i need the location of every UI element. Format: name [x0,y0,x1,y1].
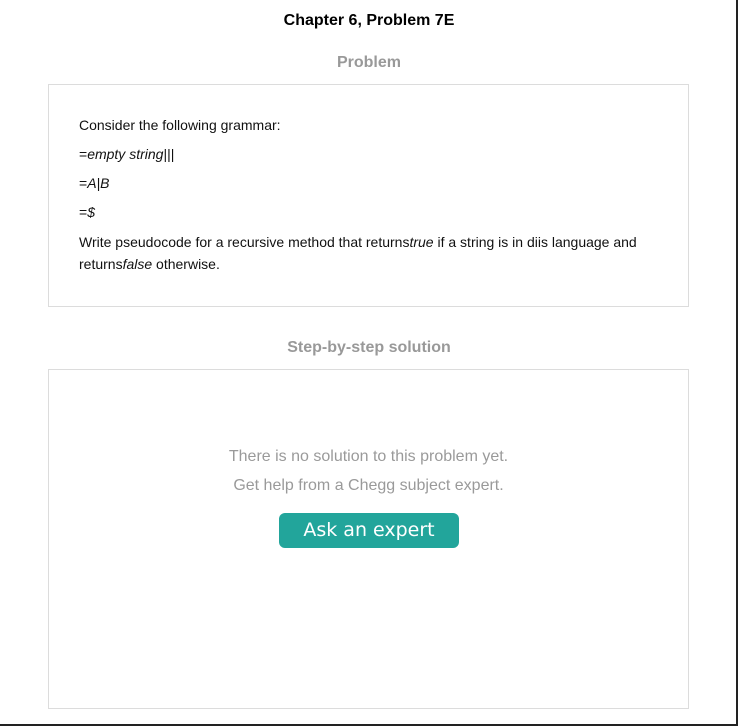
rule-2-prefix: = [79,175,88,191]
rule-2-body: A|B [87,175,110,191]
question-part-1: Write pseudocode for a recursive method … [79,234,410,250]
solution-box: There is no solution to this problem yet… [48,369,689,709]
problem-question: Write pseudocode for a recursive method … [79,231,664,275]
rule-1-prefix: = [79,146,88,162]
problem-heading: Problem [336,54,401,71]
chapter-title: Chapter 6, Problem 7E [283,12,455,29]
problem-content: Consider the following grammar: =empty s… [79,115,664,275]
grammar-rule-1: =empty string||| [79,144,664,164]
ask-expert-button[interactable]: Ask an expert [279,513,459,548]
rule-3-prefix: = [79,204,88,220]
rule-1-suffix: ||| [163,146,175,162]
problem-box: Consider the following grammar: =empty s… [48,84,689,307]
help-text: Get help from a Chegg subject expert. [233,477,504,494]
question-true: true [409,234,434,250]
question-part-3: otherwise. [152,256,220,272]
grammar-rule-2: =A|B [79,173,664,193]
rule-3-body: $ [87,204,95,220]
problem-intro: Consider the following grammar: [79,117,281,133]
solution-heading: Step-by-step solution [287,339,451,356]
rule-1-body: empty string [87,146,164,162]
no-solution-text: There is no solution to this problem yet… [228,448,509,465]
question-false: false [122,256,153,272]
grammar-rule-3: =$ [79,202,664,222]
